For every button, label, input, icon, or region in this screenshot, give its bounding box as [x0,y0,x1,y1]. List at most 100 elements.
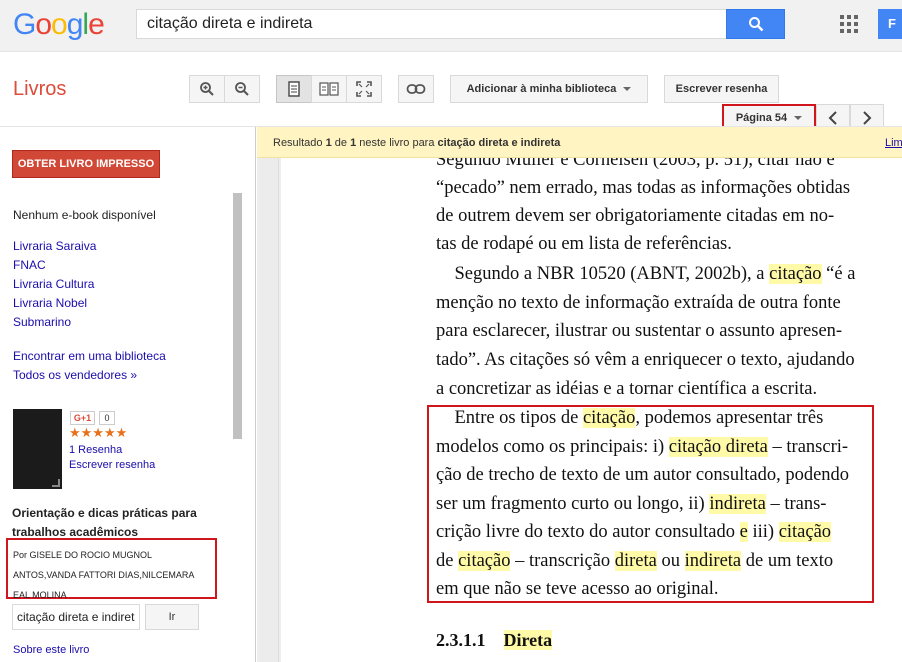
highlighted-term: citação [778,522,832,542]
author-box: Por GISELE DO ROCIO MUGNOL ANTOS,VANDA F… [6,538,217,600]
text-segment: ou [656,551,685,571]
about-book-link[interactable]: Sobre este livro [13,644,89,656]
author-line: EAL MOLINA [13,590,67,600]
page-text-line: de outrem devem ser obrigatoriamente cit… [436,206,834,227]
page-text-line: menção no texto de informação extraída d… [436,293,841,314]
highlighted-term: e [739,522,748,542]
search-input[interactable] [137,10,726,38]
text-segment: “pecado” nem errado, mas todas as inform… [436,178,851,198]
write-review-link[interactable]: Escrever resenha [69,459,155,471]
zoom-out-icon [235,82,249,96]
search-icon [748,17,763,32]
go-button[interactable]: Ir [145,604,199,630]
sign-in-button[interactable]: F [878,9,902,39]
author-line: Por GISELE DO ROCIO MUGNOL [13,550,153,560]
page-text-line: tas de rodapé ou em lista de referências… [436,234,732,255]
text-segment: a concretizar as idéias e a tornar cient… [436,379,818,399]
store-link-fnac[interactable]: FNAC [13,258,46,272]
page-text-line: tado”. As citações só vêm a enriquecer o… [436,350,855,371]
store-link-saraiva[interactable]: Livraria Saraiva [13,239,96,253]
text-segment: menção no texto de informação extraída d… [436,293,841,313]
highlighted-term: citação [582,408,636,428]
page-text-line: modelos como os principais: i) citação d… [436,437,848,458]
text-segment: de outrem devem ser obrigatoriamente cit… [436,206,835,226]
text-segment: ção de trecho de texto de um autor consu… [436,465,850,485]
zoom-out-button[interactable] [224,75,260,103]
search-result-bar: Resultado 1 de 1 neste livro para citaçã… [257,127,902,158]
two-page-view-button[interactable] [311,75,347,103]
store-link-cultura[interactable]: Livraria Cultura [13,277,94,291]
link-button[interactable] [398,75,434,103]
clear-search-link[interactable]: Limpar [885,137,902,149]
page-text-line: “pecado” nem errado, mas todas as inform… [436,178,850,199]
write-review-button[interactable]: Escrever resenha [664,75,779,103]
apps-grid-icon[interactable] [840,15,858,33]
google-logo[interactable]: Google [13,8,105,42]
text-segment: , podemos apresentar três [635,408,824,428]
page-text-line: Segundo Müller e Cornelsen (2003, p. 51)… [436,158,835,171]
write-review-label: Escrever resenha [675,83,768,95]
book-cover[interactable] [13,409,62,489]
logo-letter: g [66,8,84,41]
text-segment: de um texto [741,551,834,571]
text-segment: de [436,551,459,571]
page-text-line: Entre os tipos de citação, podemos apres… [436,408,823,429]
text-segment: “é a [821,264,856,284]
chevron-left-icon [828,110,837,125]
book-search-input[interactable] [13,605,139,629]
book-page: 2.3.1.1 Direta Segundo Müller e Cornelse… [281,158,902,662]
zoom-in-button[interactable] [189,75,225,103]
add-to-library-label: Adicionar à minha biblioteca [466,83,617,95]
reviews-count-link[interactable]: 1 Resenha [69,444,122,456]
store-link-submarino[interactable]: Submarino [13,315,71,329]
buy-print-book-button[interactable]: OBTER LIVRO IMPRESSO [12,150,160,178]
store-link-nobel[interactable]: Livraria Nobel [13,296,87,310]
link-icon [406,84,426,94]
book-search-box[interactable] [12,604,140,630]
highlighted-term: indireta [709,494,766,514]
single-page-view-button[interactable] [276,75,312,103]
gplus-button[interactable]: G+1 [70,411,95,425]
find-library-link[interactable]: Encontrar em uma biblioteca [13,349,166,363]
add-to-library-button[interactable]: Adicionar à minha biblioteca [450,75,648,103]
logo-letter: o [51,8,68,41]
single-page-icon [288,81,300,97]
fullscreen-button[interactable] [346,75,382,103]
result-suffix: neste livro para [356,137,438,149]
page-text-line: em que não se teve acesso ao original. [436,579,719,600]
page-text-line: para esclarecer, ilustrar ou sustentar o… [436,321,842,342]
page-text-line: a concretizar as idéias e a tornar cient… [436,379,817,400]
sidebar-scrollbar[interactable] [233,193,242,439]
text-segment: – trans- [765,494,827,514]
top-bar: Google F [0,0,902,52]
logo-letter: G [13,8,36,41]
result-prefix: Resultado [273,137,326,149]
page-text-line: Segundo a NBR 10520 (ABNT, 2002b), a cit… [436,264,855,285]
no-ebook-text: Nenhum e-book disponível [13,208,156,222]
author-line: ANTOS,VANDA FATTORI DIAS,NILCEMARA [13,570,195,580]
search-button[interactable] [726,9,785,39]
search-box[interactable] [136,9,726,39]
all-sellers-link[interactable]: Todos os vendedores » [13,368,137,382]
section-heading: 2.3.1.1 Direta [436,630,553,651]
text-segment: Segundo Müller e Cornelsen (2003, p. 51)… [436,158,835,170]
viewer-scrollbar[interactable] [259,158,279,662]
chevron-right-icon [863,110,872,125]
left-sidebar: OBTER LIVRO IMPRESSO Nenhum e-book dispo… [0,127,256,662]
heading-text: Direta [503,630,553,650]
text-segment: modelos como os principais: i) [436,437,669,457]
highlighted-term: direta [614,551,657,571]
text-segment: – transcri- [767,437,849,457]
zoom-in-icon [200,82,214,96]
page-text-line: de citação – transcrição direta ou indir… [436,551,833,572]
gplus-count: 0 [99,411,115,425]
text-segment: Segundo a NBR 10520 (ABNT, 2002b), a [436,264,770,284]
section-title[interactable]: Livros [13,78,66,101]
two-page-icon [319,82,339,96]
highlighted-term: citação [458,551,511,571]
highlighted-term: indireta [684,551,742,571]
rating-stars: ★★★★★ [69,425,128,440]
page-text-line: ção de trecho de texto de um autor consu… [436,465,849,486]
logo-letter: e [88,8,105,41]
heading-number: 2.3.1.1 [436,630,486,650]
